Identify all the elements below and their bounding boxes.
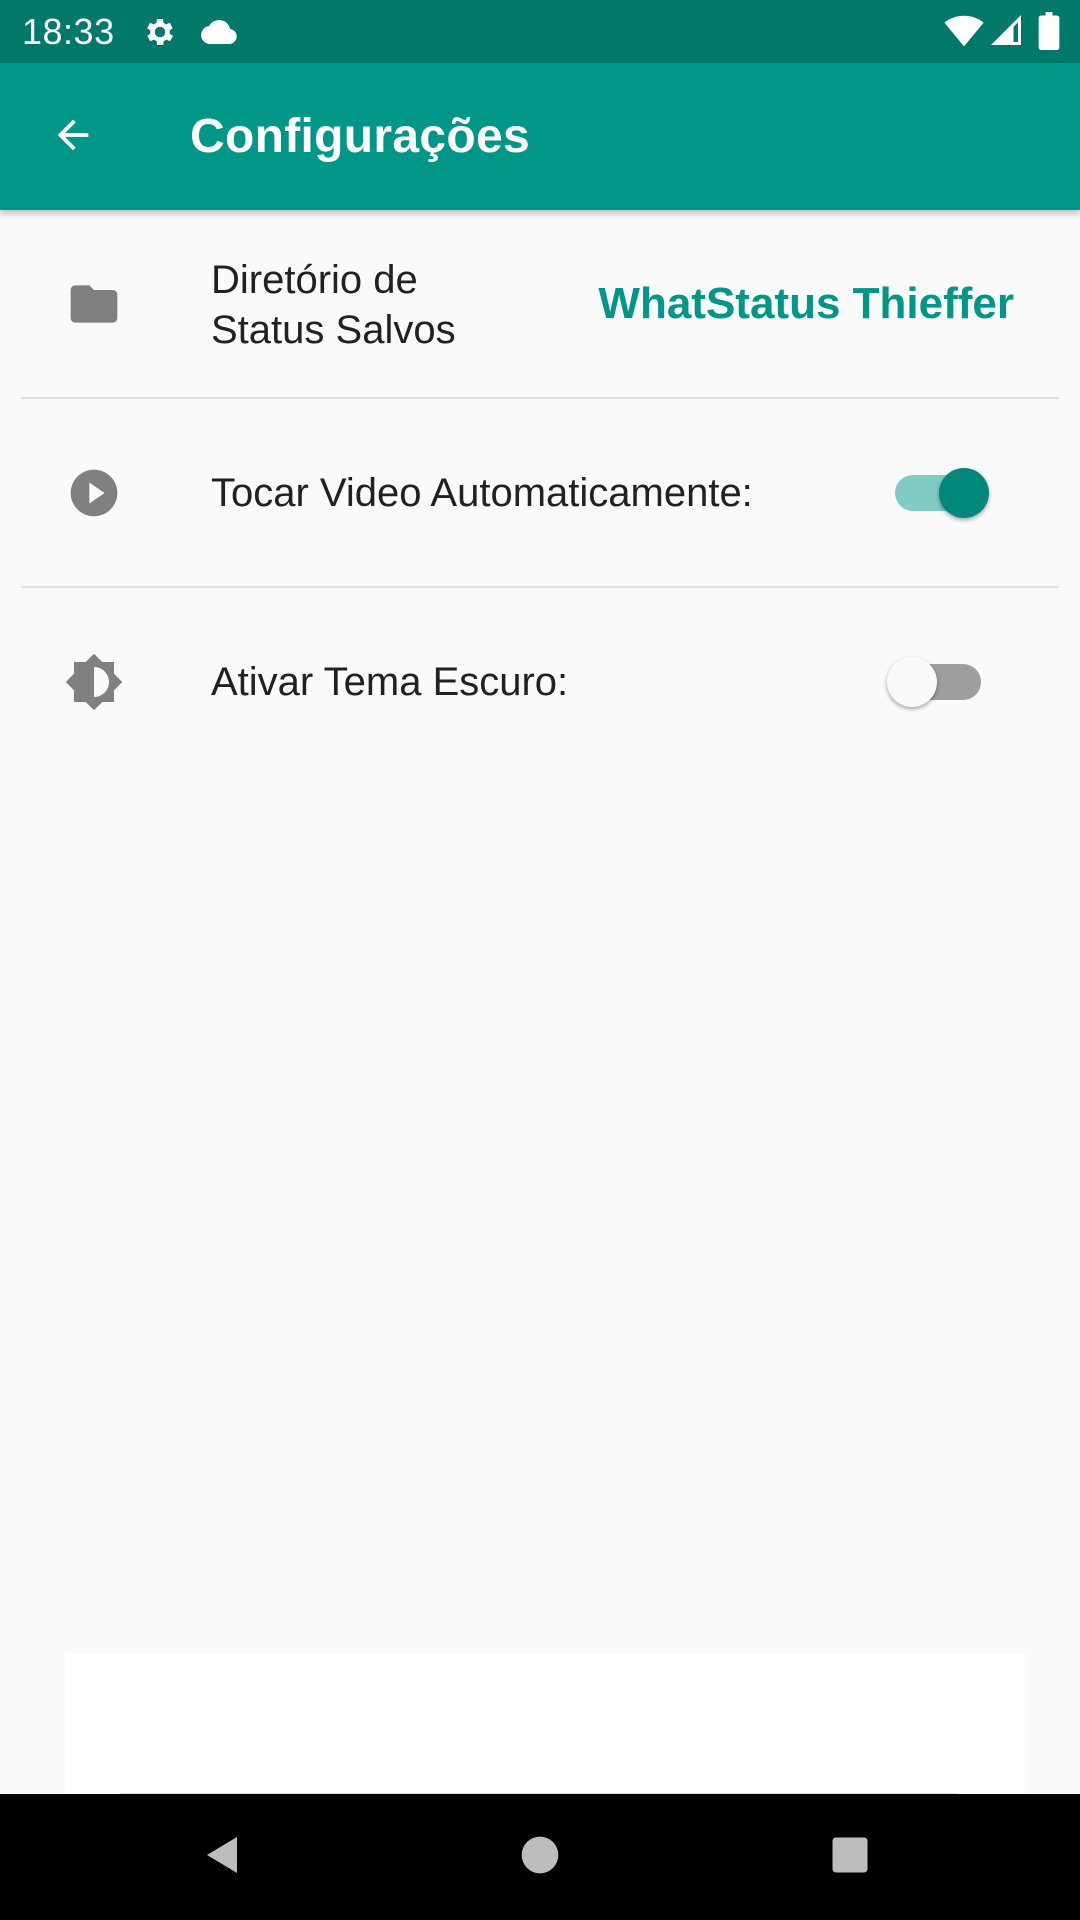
- dark-theme-switch[interactable]: [887, 652, 991, 712]
- battery-icon: [1038, 12, 1060, 55]
- home-circle-icon: [518, 1833, 562, 1882]
- saved-directory-value[interactable]: WhatStatus Thieffer: [598, 277, 1014, 331]
- status-time: 18:33: [22, 11, 115, 52]
- setting-label-dark-theme: Ativar Tema Escuro:: [211, 660, 569, 704]
- play-circle-icon: [62, 461, 126, 525]
- setting-row-dark-theme[interactable]: Ativar Tema Escuro:: [0, 588, 1080, 776]
- signal-icon: [988, 12, 1024, 53]
- switch-thumb: [887, 657, 937, 707]
- page-title: Configurações: [190, 110, 530, 163]
- nav-back-button[interactable]: [190, 1822, 260, 1892]
- bottom-card: [65, 1655, 1027, 1795]
- folder-icon: [62, 272, 126, 336]
- brightness-icon: [62, 650, 126, 714]
- back-button[interactable]: [30, 103, 116, 171]
- setting-row-autoplay-video[interactable]: Tocar Video Automaticamente:: [0, 399, 1080, 587]
- cloud-icon: [198, 14, 240, 55]
- wifi-icon: [944, 12, 984, 53]
- navigation-bar: [0, 1794, 1080, 1920]
- back-triangle-icon: [201, 1831, 249, 1884]
- status-bar: 18:33: [0, 0, 1080, 63]
- setting-label-saved-directory: Diretório de Status Salvos: [211, 258, 456, 352]
- setting-label-autoplay-video: Tocar Video Automaticamente:: [211, 471, 753, 515]
- nav-recents-button[interactable]: [815, 1822, 885, 1892]
- gear-icon: [142, 14, 178, 55]
- app-bar: Configurações: [0, 63, 1080, 210]
- switch-thumb: [939, 468, 989, 518]
- recents-square-icon: [829, 1834, 871, 1881]
- nav-home-button[interactable]: [505, 1822, 575, 1892]
- arrow-back-icon: [50, 112, 96, 163]
- autoplay-video-switch[interactable]: [887, 463, 991, 523]
- setting-row-saved-directory[interactable]: Diretório de Status Salvos WhatStatus Th…: [0, 210, 1080, 398]
